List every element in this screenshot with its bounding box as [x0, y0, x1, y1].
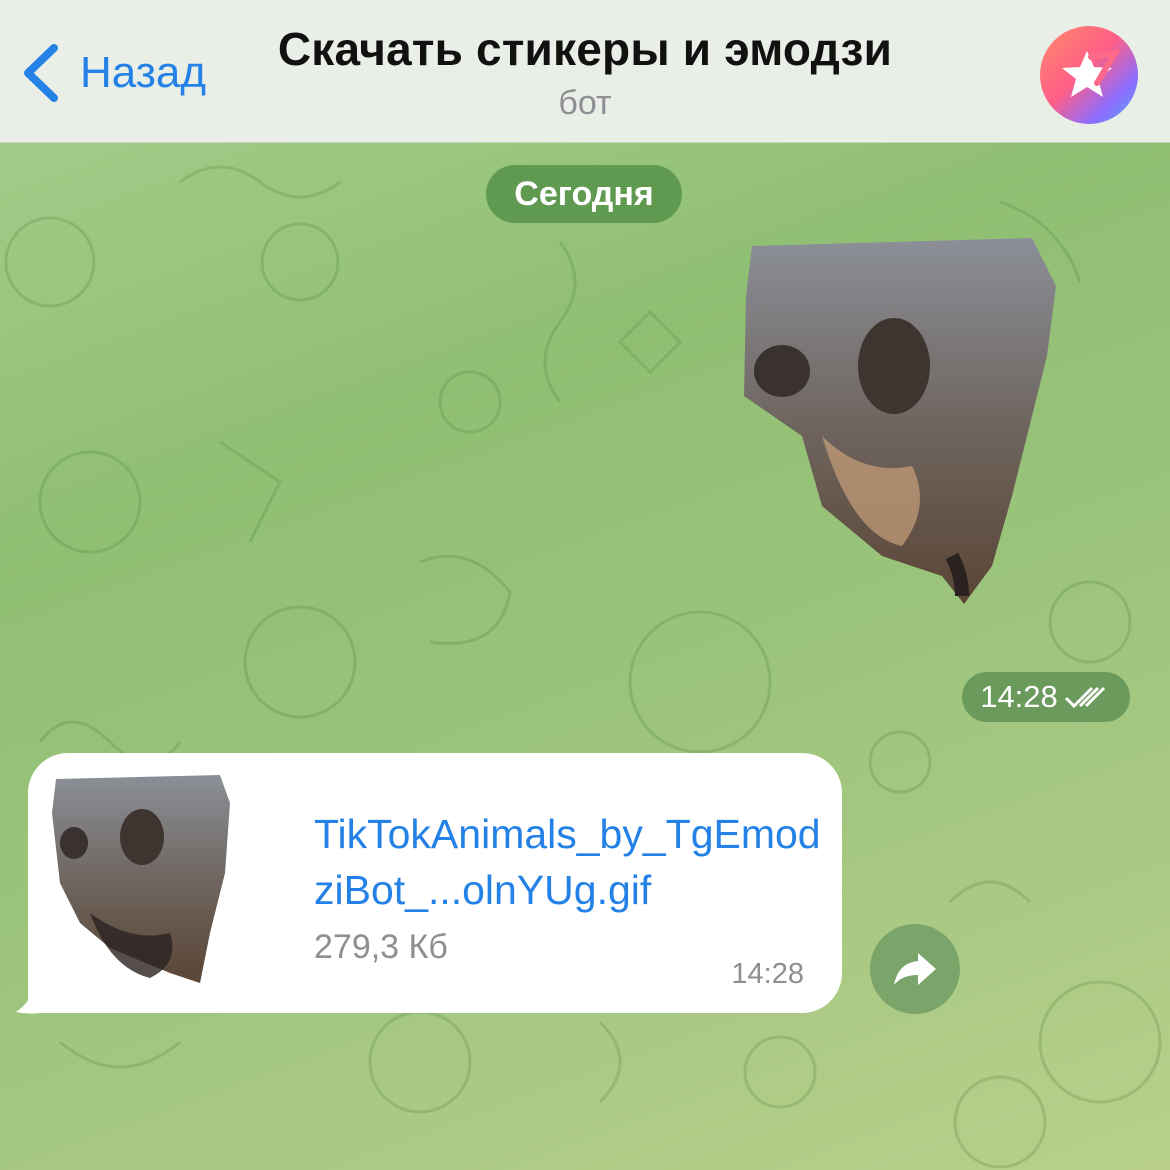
chevron-left-icon [24, 44, 58, 102]
forward-button[interactable] [870, 924, 960, 1014]
file-size: 279,3 Кб [314, 928, 448, 966]
navigation-header: Назад Скачать стикеры и эмодзи бот [0, 0, 1170, 143]
sticker-time: 14:28 [980, 679, 1058, 714]
sticker-time-badge: 14:28 [962, 672, 1130, 722]
chat-title[interactable]: Скачать стикеры и эмодзи [250, 22, 920, 76]
date-separator: Сегодня [486, 165, 682, 223]
file-name-link[interactable]: TikTokAnimals_by_TgEmodziBot_...olnYUg.g… [314, 806, 824, 918]
chat-screen: Назад Скачать стикеры и эмодзи бот Сегод… [0, 0, 1170, 1170]
share-arrow-icon [894, 953, 936, 985]
chat-subtitle: бот [558, 84, 612, 122]
bot-avatar[interactable] [1040, 26, 1138, 124]
gif-thumbnail[interactable] [50, 773, 232, 985]
double-check-icon [1064, 686, 1105, 709]
message-time: 14:28 [731, 958, 804, 990]
back-label: Назад [80, 48, 207, 97]
cat-sticker[interactable] [742, 236, 1058, 606]
star-logo-icon [1062, 48, 1121, 97]
back-button[interactable]: Назад [18, 38, 206, 108]
